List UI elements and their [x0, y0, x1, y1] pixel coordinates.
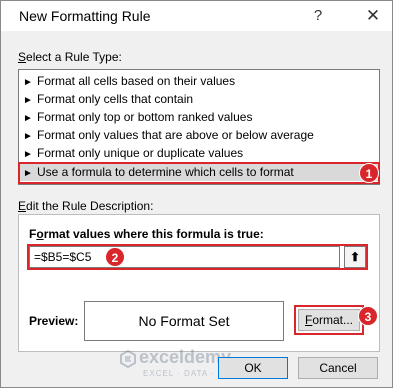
- dialog-title: New Formatting Rule: [19, 8, 151, 24]
- preview-label: Preview:: [29, 314, 79, 328]
- format-button[interactable]: Format...: [298, 309, 360, 331]
- title-bar: New Formatting Rule ? ✕: [1, 1, 392, 31]
- rule-type-item[interactable]: ► Format all cells based on their values: [23, 72, 235, 90]
- rule-type-item[interactable]: ► Format only values that are above or be…: [23, 126, 314, 144]
- formula-input[interactable]: =$B5=$C5: [29, 246, 340, 268]
- watermark-tagline: EXCEL · DATA · BI: [143, 369, 228, 378]
- step-badge-1: 1: [359, 163, 379, 183]
- step-badge-3: 3: [358, 306, 378, 326]
- description-label: Edit the Rule Description:: [18, 199, 154, 213]
- rule-type-item-selected[interactable]: ► Use a formula to determine which cells …: [20, 163, 378, 181]
- formula-label: Format values where this formula is true…: [29, 227, 264, 241]
- cancel-button[interactable]: Cancel: [298, 357, 378, 379]
- rule-type-item[interactable]: ► Format only unique or duplicate values: [23, 144, 243, 162]
- help-icon[interactable]: ?: [306, 5, 330, 27]
- arrow-icon: ►: [23, 168, 33, 179]
- rule-type-label: Select a Rule Type:: [18, 50, 122, 64]
- close-icon[interactable]: ✕: [361, 5, 385, 27]
- new-formatting-rule-dialog: New Formatting Rule ? ✕ Select a Rule Ty…: [0, 0, 393, 388]
- rule-type-list[interactable]: ► Format all cells based on their values …: [18, 69, 380, 185]
- arrow-up-icon: ⬆: [349, 250, 361, 264]
- step-badge-2: 2: [105, 247, 125, 267]
- exceldemy-logo-icon: [120, 350, 136, 368]
- ok-button[interactable]: OK: [218, 357, 288, 379]
- rule-type-item[interactable]: ► Format only top or bottom ranked values: [23, 108, 252, 126]
- collapse-dialog-button[interactable]: ⬆: [344, 246, 366, 268]
- rule-description-panel: Format values where this formula is true…: [18, 214, 380, 352]
- rule-type-item[interactable]: ► Format only cells that contain: [23, 90, 193, 108]
- preview-box: No Format Set: [84, 301, 284, 341]
- arrow-icon: ►: [23, 149, 33, 160]
